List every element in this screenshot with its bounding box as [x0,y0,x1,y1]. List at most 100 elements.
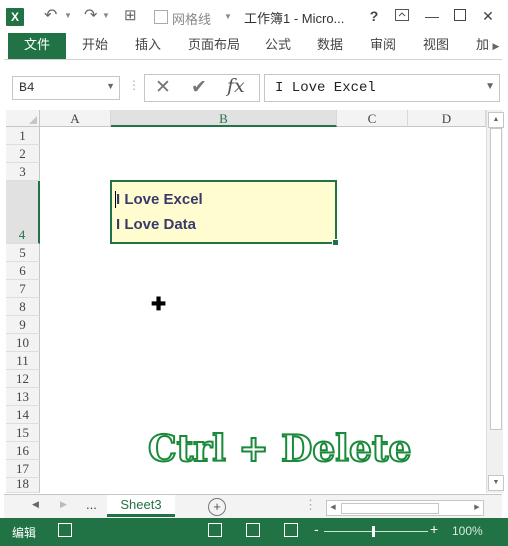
tab-split-grip-icon[interactable]: ⋮ [304,497,317,513]
horizontal-scroll-thumb[interactable] [341,503,439,514]
prev-sheet-icon[interactable]: ◀ [32,499,39,510]
undo-icon[interactable]: ↶ [44,6,57,26]
tab-page-layout[interactable]: 页面布局 [188,33,240,59]
zoom-slider[interactable] [324,531,428,532]
title-bar: X ↶ ▼ ↷ ▼ ⊞ 网格线 ▼ 工作簿1 - Micro... ? — ✕ [0,0,508,33]
redo-icon[interactable]: ↷ [84,6,97,26]
quick-access-more-icon[interactable]: ▼ [224,12,232,21]
formula-bar-grip-icon[interactable]: ⋮ [128,78,140,92]
row-number: 9 [19,317,26,332]
table-icon[interactable]: ⊞ [124,6,137,26]
excel-logo-icon: X [6,8,24,26]
shortcut-overlay-text: Ctrl + Delete [147,427,412,471]
vertical-scrollbar[interactable]: ▲ ▼ [486,110,504,493]
normal-view-icon[interactable] [208,523,222,537]
cell-line-2: I Love Data [116,216,197,233]
fill-handle[interactable] [332,239,339,246]
row-header-16[interactable]: 16 [6,442,40,460]
row-header-13[interactable]: 13 [6,388,40,406]
column-header-a[interactable]: A [40,110,111,127]
row-header-14[interactable]: 14 [6,406,40,424]
mouse-cursor-icon: ✚ [151,294,167,314]
row-number: 10 [16,335,29,350]
gridlines-label: 网格线 [172,12,212,27]
row-header-11[interactable]: 11 [6,352,40,370]
row-number: 15 [16,425,29,440]
row-header-4[interactable]: 4 [6,181,40,244]
name-box-value: B4 [19,80,35,95]
zoom-slider-thumb[interactable] [372,526,375,537]
row-header-8[interactable]: 8 [6,298,40,316]
maximize-icon [454,9,466,21]
name-box[interactable]: B4 ▼ [12,76,120,100]
row-header-6[interactable]: 6 [6,262,40,280]
status-mode: 编辑 [12,526,37,540]
row-header-12[interactable]: 12 [6,370,40,388]
column-header-b[interactable]: B [111,110,337,127]
sheet-tabs-bar: ◀ ▶ ... Sheet3 + ⋮ ◀ ▶ [4,494,502,519]
column-header-c[interactable]: C [337,110,408,127]
row-header-5[interactable]: 5 [6,244,40,262]
row-number: 18 [16,476,29,491]
add-sheet-button[interactable]: + [208,498,226,516]
redo-dropdown-icon[interactable]: ▼ [102,11,110,20]
minimize-button[interactable]: — [420,6,444,26]
zoom-in-button[interactable]: + [430,521,438,537]
tab-file[interactable]: 文件 [8,33,66,59]
page-break-preview-icon[interactable] [284,523,298,537]
zoom-level[interactable]: 100% [452,524,483,538]
row-number: 8 [19,299,26,314]
formula-expand-icon[interactable]: ▼ [485,81,495,92]
row-number: 13 [16,389,29,404]
formula-input-value: I Love Excel [275,80,376,96]
zoom-out-button[interactable]: - [314,521,319,537]
tab-addins[interactable]: 加载 [476,33,490,59]
column-header-d[interactable]: D [408,110,486,127]
help-button[interactable]: ? [362,6,386,26]
scroll-up-icon[interactable]: ▲ [488,112,504,128]
row-header-10[interactable]: 10 [6,334,40,352]
undo-dropdown-icon[interactable]: ▼ [64,11,72,20]
row-header-18[interactable]: 18 [6,476,40,493]
row-header-3[interactable]: 3 [6,163,40,181]
scroll-right-icon[interactable]: ▶ [471,501,483,515]
formula-input[interactable]: I Love Excel ▼ [264,74,500,102]
tab-home[interactable]: 开始 [82,33,108,59]
row-header-1[interactable]: 1 [6,127,40,145]
sheet-tab-sheet3[interactable]: Sheet3 [107,495,175,517]
select-all-corner[interactable] [6,110,40,127]
tab-insert[interactable]: 插入 [135,33,161,59]
scroll-down-icon[interactable]: ▼ [488,475,504,491]
maximize-button[interactable] [448,6,472,26]
ribbon-scroll-right-icon[interactable]: ▶ [490,33,502,59]
macro-record-icon[interactable] [58,523,72,537]
gridlines-checkbox[interactable] [154,10,168,24]
row-header-9[interactable]: 9 [6,316,40,334]
page-layout-view-icon[interactable] [246,523,260,537]
enter-icon[interactable]: ✔ [191,76,207,99]
tab-review[interactable]: 审阅 [370,33,396,59]
row-number: 16 [16,443,29,458]
row-header-7[interactable]: 7 [6,280,40,298]
ribbon-display-icon[interactable] [390,6,414,26]
horizontal-scrollbar[interactable]: ◀ ▶ [326,500,484,516]
row-number: 2 [19,146,26,161]
vertical-scroll-thumb[interactable] [490,128,502,430]
insert-function-icon[interactable]: fx [227,75,245,97]
tab-data[interactable]: 数据 [317,33,343,59]
row-number: 6 [19,263,26,278]
row-header-15[interactable]: 15 [6,424,40,442]
name-box-dropdown-icon[interactable]: ▼ [106,81,115,91]
tab-view[interactable]: 视图 [423,33,449,59]
next-sheet-icon[interactable]: ▶ [60,499,67,510]
more-sheets-button[interactable]: ... [86,497,97,512]
ribbon-tabs: 文件 开始 插入 页面布局 公式 数据 审阅 视图 加载 ▶ [4,33,502,60]
active-cell-b4[interactable]: I Love Excel I Love Data [110,180,339,246]
close-button[interactable]: ✕ [476,6,500,26]
cancel-icon[interactable]: ✕ [155,76,171,99]
tab-formulas[interactable]: 公式 [265,33,291,59]
scroll-left-icon[interactable]: ◀ [327,501,339,515]
row-number: 3 [19,164,26,179]
row-header-2[interactable]: 2 [6,145,40,163]
formula-bar: B4 ▼ ⋮ ✕ ✔ fx I Love Excel ▼ [4,72,502,102]
